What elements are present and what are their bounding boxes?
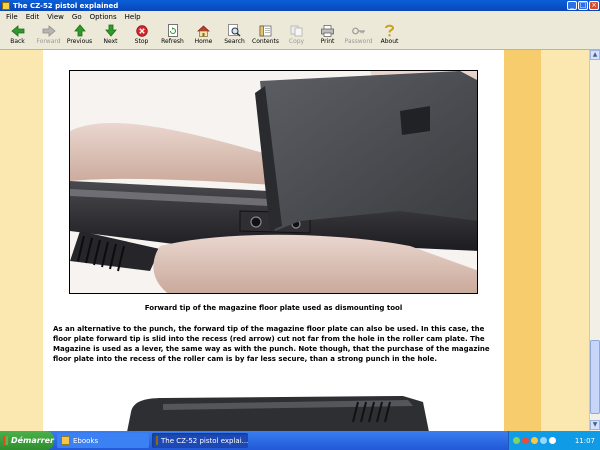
about-label: About bbox=[380, 38, 399, 45]
tray-antivirus-icon[interactable] bbox=[522, 437, 529, 444]
about-button[interactable]: About bbox=[374, 22, 405, 49]
contents-button[interactable]: Contents bbox=[250, 22, 281, 49]
print-icon bbox=[321, 24, 335, 37]
search-icon bbox=[228, 24, 242, 37]
copy-button[interactable]: Copy bbox=[281, 22, 312, 49]
back-arrow-icon bbox=[10, 24, 25, 37]
menu-go[interactable]: Go bbox=[68, 13, 86, 21]
copy-label: Copy bbox=[288, 38, 305, 45]
back-button[interactable]: Back bbox=[2, 22, 33, 49]
previous-label: Previous bbox=[66, 38, 93, 45]
password-label: Password bbox=[344, 38, 373, 45]
start-button[interactable]: Démarrer bbox=[0, 431, 54, 450]
menu-bar: File Edit View Go Options Help bbox=[0, 11, 600, 22]
password-button[interactable]: Password bbox=[343, 22, 374, 49]
scroll-up-arrow[interactable]: ▲ bbox=[590, 50, 600, 60]
magazine-dismounting-photo bbox=[69, 70, 478, 294]
tray-clock: 11:07 bbox=[574, 436, 595, 445]
system-tray: 11:07 bbox=[508, 431, 600, 450]
tray-arrow-icon[interactable] bbox=[513, 437, 520, 444]
print-button[interactable]: Print bbox=[312, 22, 343, 49]
home-label: Home bbox=[194, 38, 213, 45]
minimize-button[interactable]: _ bbox=[567, 1, 577, 10]
app-icon bbox=[2, 1, 10, 10]
tray-volume-icon[interactable] bbox=[549, 437, 556, 444]
tray-messenger-icon[interactable] bbox=[540, 437, 547, 444]
next-button[interactable]: Next bbox=[95, 22, 126, 49]
body-paragraph: As an alternative to the punch, the forw… bbox=[53, 325, 490, 363]
maximize-button[interactable]: □ bbox=[578, 1, 588, 10]
menu-view[interactable]: View bbox=[43, 13, 68, 21]
ebook-app-icon bbox=[156, 436, 158, 445]
forward-button[interactable]: Forward bbox=[33, 22, 64, 49]
tray-network-icon[interactable] bbox=[531, 437, 538, 444]
task-cz52-ebook[interactable]: The CZ-52 pistol explai... bbox=[152, 433, 248, 448]
window-controls: _ □ × bbox=[567, 1, 599, 10]
stop-button[interactable]: Stop bbox=[126, 22, 157, 49]
pistol-slide-photo bbox=[123, 392, 433, 431]
right-decorative-column bbox=[504, 50, 541, 431]
home-icon bbox=[197, 24, 211, 37]
toolbar: Back Forward Previous Next Stop Refresh bbox=[0, 22, 600, 50]
menu-options[interactable]: Options bbox=[86, 13, 121, 21]
window-title: The CZ-52 pistol explained bbox=[13, 1, 119, 10]
contents-icon bbox=[259, 24, 273, 37]
close-button[interactable]: × bbox=[589, 1, 599, 10]
vertical-scrollbar[interactable]: ▲ ▼ bbox=[589, 50, 600, 431]
forward-arrow-icon bbox=[42, 24, 56, 37]
stop-label: Stop bbox=[134, 38, 149, 45]
menu-help[interactable]: Help bbox=[121, 13, 145, 21]
refresh-icon bbox=[166, 24, 180, 37]
previous-button[interactable]: Previous bbox=[64, 22, 95, 49]
task-ebooks-label: Ebooks bbox=[73, 436, 99, 445]
photo-caption: Forward tip of the magazine floor plate … bbox=[144, 304, 403, 312]
home-button[interactable]: Home bbox=[188, 22, 219, 49]
forward-label: Forward bbox=[36, 38, 61, 45]
search-button[interactable]: Search bbox=[219, 22, 250, 49]
folder-icon bbox=[61, 436, 70, 445]
about-icon bbox=[383, 24, 397, 37]
copy-icon bbox=[290, 24, 304, 37]
start-label: Démarrer bbox=[10, 436, 54, 445]
task-cz52-label: The CZ-52 pistol explai... bbox=[161, 436, 249, 445]
contents-label: Contents bbox=[252, 38, 279, 45]
scroll-thumb[interactable] bbox=[590, 340, 600, 414]
document-view: Forward tip of the magazine floor plate … bbox=[0, 50, 589, 431]
key-icon bbox=[351, 24, 366, 37]
previous-arrow-icon bbox=[73, 24, 87, 37]
print-label: Print bbox=[320, 38, 335, 45]
menu-file[interactable]: File bbox=[2, 13, 22, 21]
page-body: Forward tip of the magazine floor plate … bbox=[43, 50, 504, 431]
menu-edit[interactable]: Edit bbox=[22, 13, 44, 21]
windows-logo-icon bbox=[3, 436, 8, 445]
refresh-button[interactable]: Refresh bbox=[157, 22, 188, 49]
search-label: Search bbox=[224, 38, 245, 45]
scroll-down-arrow[interactable]: ▼ bbox=[590, 420, 600, 430]
next-label: Next bbox=[103, 38, 118, 45]
task-ebooks[interactable]: Ebooks bbox=[57, 433, 149, 448]
refresh-label: Refresh bbox=[161, 38, 184, 45]
title-bar: The CZ-52 pistol explained _ □ × bbox=[0, 0, 600, 11]
back-label: Back bbox=[10, 38, 25, 45]
next-arrow-icon bbox=[104, 24, 118, 37]
taskbar: Démarrer Ebooks The CZ-52 pistol explai.… bbox=[0, 431, 600, 450]
stop-icon bbox=[135, 24, 149, 37]
